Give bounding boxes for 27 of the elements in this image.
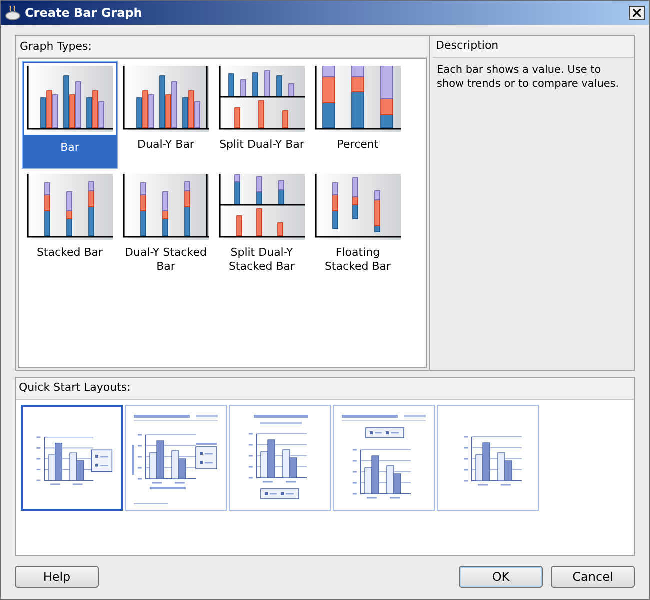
graph-type-option[interactable]: Dual-Y Bar xyxy=(118,61,214,169)
graph-type-option[interactable]: Dual-Y Stacked Bar xyxy=(118,169,214,277)
graph-type-option[interactable]: Percent xyxy=(310,61,406,169)
graph-type-label: Dual-Y Bar xyxy=(136,138,196,152)
close-button[interactable] xyxy=(629,6,645,20)
panel-heading: Graph Types: xyxy=(20,39,92,56)
coffee-cup-icon xyxy=(5,5,21,21)
graph-type-option[interactable]: Bar xyxy=(22,61,118,169)
close-icon xyxy=(633,9,641,17)
graph-type-option[interactable]: Split Dual-Y Stacked Bar xyxy=(214,169,310,277)
panel-heading: Description xyxy=(436,38,499,54)
graph-type-option[interactable]: Split Dual-Y Bar xyxy=(214,61,310,169)
graph-type-label: Bar xyxy=(60,141,80,155)
ok-button[interactable]: OK xyxy=(459,566,543,588)
graph-type-option[interactable]: Stacked Bar xyxy=(22,169,118,277)
panel-heading: Quick Start Layouts: xyxy=(19,380,131,396)
window-title: Create Bar Graph xyxy=(25,5,142,22)
graph-type-label: Split Dual-Y Bar xyxy=(218,138,306,152)
graph-type-label: Floating Stacked Bar xyxy=(324,246,392,274)
graph-type-label: Percent xyxy=(336,138,380,152)
help-button[interactable]: Help xyxy=(15,566,99,588)
graph-type-label: Split Dual-Y Stacked Bar xyxy=(228,246,296,274)
cancel-button[interactable]: Cancel xyxy=(551,566,635,588)
graph-type-option[interactable]: Floating Stacked Bar xyxy=(310,169,406,277)
description-text: Each bar shows a value. Use to show trends or to compare values. xyxy=(436,63,620,91)
graph-type-label: Stacked Bar xyxy=(36,246,104,260)
graph-type-label: Dual-Y Stacked Bar xyxy=(124,246,208,274)
